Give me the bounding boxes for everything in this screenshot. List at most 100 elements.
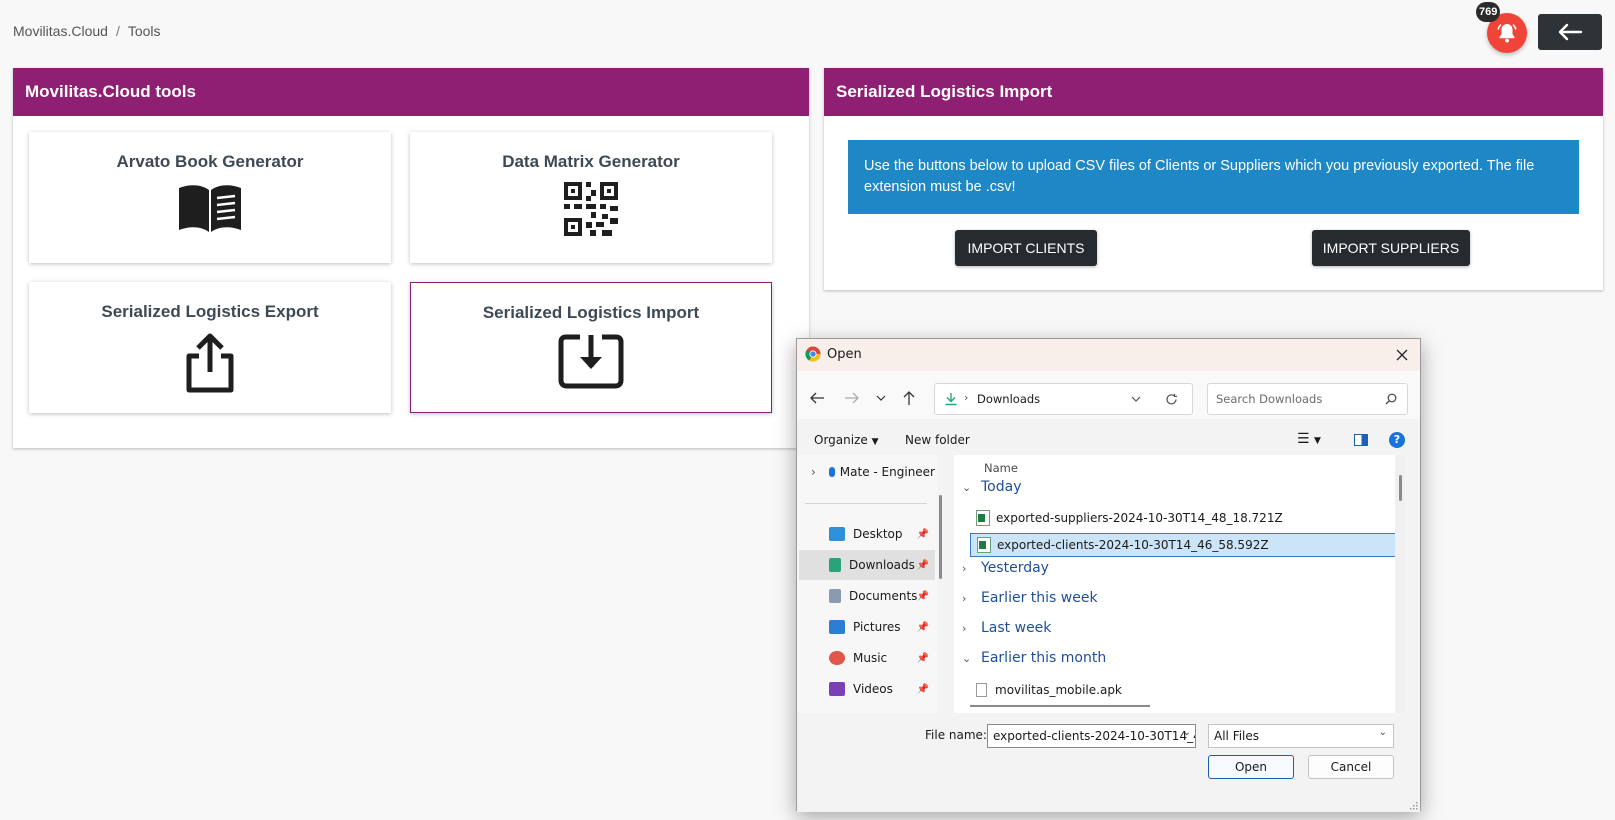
preview-pane-icon[interactable] bbox=[1354, 434, 1368, 446]
group-today[interactable]: ⌄ Today bbox=[962, 479, 1022, 495]
file-item-clients[interactable]: exported-clients-2024-10-30T14_46_58.592… bbox=[970, 533, 1403, 557]
documents-icon bbox=[829, 589, 841, 603]
address-bar[interactable]: › Downloads bbox=[934, 383, 1193, 415]
close-icon[interactable] bbox=[1392, 345, 1412, 365]
pictures-icon bbox=[829, 620, 845, 634]
sidebar-item-label: Pictures bbox=[853, 620, 901, 634]
back-arrow-icon[interactable] bbox=[809, 391, 825, 405]
scroll-thumb[interactable] bbox=[1399, 475, 1402, 501]
chevron-right-icon: › bbox=[962, 621, 967, 635]
sidebar-item-label: Videos bbox=[853, 682, 893, 696]
sidebar-item-downloads[interactable]: Downloads 📌 bbox=[799, 550, 935, 580]
group-label: Today bbox=[981, 479, 1022, 495]
breadcrumb: Movilitas.Cloud / Tools bbox=[13, 23, 161, 39]
chevron-down-icon[interactable] bbox=[1131, 396, 1141, 403]
tool-card-data-matrix-generator[interactable]: Data Matrix Generator bbox=[410, 132, 772, 263]
group-yesterday[interactable]: › Yesterday bbox=[962, 560, 1049, 576]
chevron-down-icon: ⌄ bbox=[962, 651, 972, 665]
dialog-title: Open bbox=[827, 347, 862, 362]
group-label: Yesterday bbox=[981, 560, 1049, 576]
file-name-input[interactable]: exported-clients-2024-10-30T14_46_ ⌄ bbox=[987, 724, 1196, 748]
sidebar-item-desktop[interactable]: Desktop 📌 bbox=[799, 519, 935, 549]
notification-count-badge: 769 bbox=[1476, 2, 1501, 22]
import-clients-button[interactable]: IMPORT CLIENTS bbox=[955, 230, 1097, 266]
chevron-down-icon: ⌄ bbox=[1378, 727, 1387, 738]
cancel-button[interactable]: Cancel bbox=[1308, 755, 1394, 779]
sidebar-item-label: Documents bbox=[849, 589, 918, 603]
share-upload-icon bbox=[29, 332, 391, 394]
sidebar-item-onedrive[interactable]: › Mate - Engineer bbox=[799, 457, 935, 487]
tool-card-title: Data Matrix Generator bbox=[502, 152, 680, 171]
breadcrumb-current: Tools bbox=[127, 23, 161, 39]
sidebar-scrollbar[interactable] bbox=[939, 495, 942, 579]
file-list: Name ⌄ Today exported-suppliers-2024-10-3… bbox=[954, 455, 1405, 713]
pin-icon: 📌 bbox=[916, 652, 929, 664]
tools-panel-header: Movilitas.Cloud tools bbox=[13, 68, 809, 116]
column-header-name[interactable]: Name bbox=[984, 461, 1018, 475]
sidebar-item-label: Music bbox=[853, 651, 888, 665]
sidebar-item-videos[interactable]: Videos 📌 bbox=[799, 674, 935, 704]
bell-icon bbox=[1497, 24, 1517, 43]
desktop-icon bbox=[829, 527, 845, 541]
resize-grip-icon[interactable] bbox=[1408, 800, 1418, 810]
group-earlier-this-week[interactable]: › Earlier this week bbox=[962, 590, 1098, 606]
sidebar-item-documents[interactable]: Documents 📌 bbox=[799, 581, 935, 611]
open-button[interactable]: Open bbox=[1208, 755, 1294, 779]
vertical-scrollbar[interactable] bbox=[1395, 455, 1405, 713]
tool-card-serialized-logistics-export[interactable]: Serialized Logistics Export bbox=[29, 282, 391, 413]
import-suppliers-button[interactable]: IMPORT SUPPLIERS bbox=[1312, 230, 1470, 266]
horizontal-scrollbar[interactable] bbox=[970, 705, 1150, 707]
navigation-pane: › Mate - Engineer Desktop 📌 Downloads 📌 … bbox=[797, 455, 942, 713]
tool-card-arvato-book-generator[interactable]: Arvato Book Generator bbox=[29, 132, 391, 263]
file-name: exported-suppliers-2024-10-30T14_48_18.7… bbox=[996, 511, 1283, 525]
cloud-icon bbox=[829, 467, 835, 477]
file-name-label: File name: bbox=[925, 728, 987, 742]
forward-arrow-icon[interactable] bbox=[844, 391, 860, 405]
recent-locations-icon[interactable] bbox=[876, 394, 886, 402]
chevron-right-icon: › bbox=[962, 561, 967, 575]
tool-card-title: Serialized Logistics Export bbox=[101, 302, 319, 321]
download-tray-icon bbox=[411, 333, 771, 389]
pin-icon: 📌 bbox=[916, 559, 929, 571]
sidebar-item-music[interactable]: Music 📌 bbox=[799, 643, 935, 673]
organize-button[interactable]: Organize ▼ bbox=[814, 433, 879, 447]
search-placeholder: Search Downloads bbox=[1216, 392, 1323, 406]
group-last-week[interactable]: › Last week bbox=[962, 620, 1051, 636]
sidebar-item-pictures[interactable]: Pictures 📌 bbox=[799, 612, 935, 642]
pin-icon: 📌 bbox=[916, 621, 929, 633]
file-name-value: exported-clients-2024-10-30T14_46_ bbox=[993, 729, 1196, 743]
help-icon[interactable]: ? bbox=[1389, 432, 1405, 448]
file-type-select[interactable]: All Files ⌄ bbox=[1208, 724, 1394, 748]
sidebar-item-label: Desktop bbox=[853, 527, 903, 541]
refresh-icon[interactable] bbox=[1165, 393, 1178, 406]
import-panel: Serialized Logistics Import Use the butt… bbox=[824, 68, 1603, 290]
tool-card-title: Serialized Logistics Import bbox=[482, 303, 700, 322]
up-arrow-icon[interactable] bbox=[902, 390, 916, 406]
import-panel-header: Serialized Logistics Import bbox=[824, 68, 1603, 116]
qr-code-icon bbox=[410, 182, 772, 236]
download-icon bbox=[945, 393, 957, 406]
file-item-apk[interactable]: movilitas_mobile.apk bbox=[970, 678, 1122, 702]
chevron-right-icon: › bbox=[962, 591, 967, 605]
dialog-footer: File name: exported-clients-2024-10-30T1… bbox=[797, 713, 1420, 812]
breadcrumb-root[interactable]: Movilitas.Cloud bbox=[13, 23, 108, 39]
back-button[interactable] bbox=[1538, 14, 1602, 50]
file-item-suppliers[interactable]: exported-suppliers-2024-10-30T14_48_18.7… bbox=[970, 506, 1283, 530]
address-text: Downloads bbox=[977, 392, 1041, 406]
view-options-icon[interactable]: ☰ ▼ bbox=[1297, 431, 1321, 447]
arrow-left-icon bbox=[1558, 23, 1583, 41]
chevron-down-icon: ▼ bbox=[871, 437, 879, 447]
search-input[interactable]: Search Downloads bbox=[1207, 383, 1408, 415]
new-folder-button[interactable]: New folder bbox=[905, 433, 970, 447]
chrome-icon bbox=[805, 346, 821, 362]
breadcrumb-separator: / bbox=[115, 23, 120, 39]
pin-icon: 📌 bbox=[916, 683, 929, 695]
sidebar-divider bbox=[805, 503, 927, 504]
music-icon bbox=[829, 651, 845, 665]
file-open-dialog: Open › Downloads Search Downloads Organi… bbox=[796, 338, 1421, 812]
tools-panel: Movilitas.Cloud tools Arvato Book Genera… bbox=[13, 68, 809, 448]
group-earlier-this-month[interactable]: ⌄ Earlier this month bbox=[962, 650, 1106, 666]
tool-card-serialized-logistics-import[interactable]: Serialized Logistics Import bbox=[410, 282, 772, 413]
sidebar-item-label: Downloads bbox=[849, 558, 915, 572]
videos-icon bbox=[829, 682, 845, 696]
